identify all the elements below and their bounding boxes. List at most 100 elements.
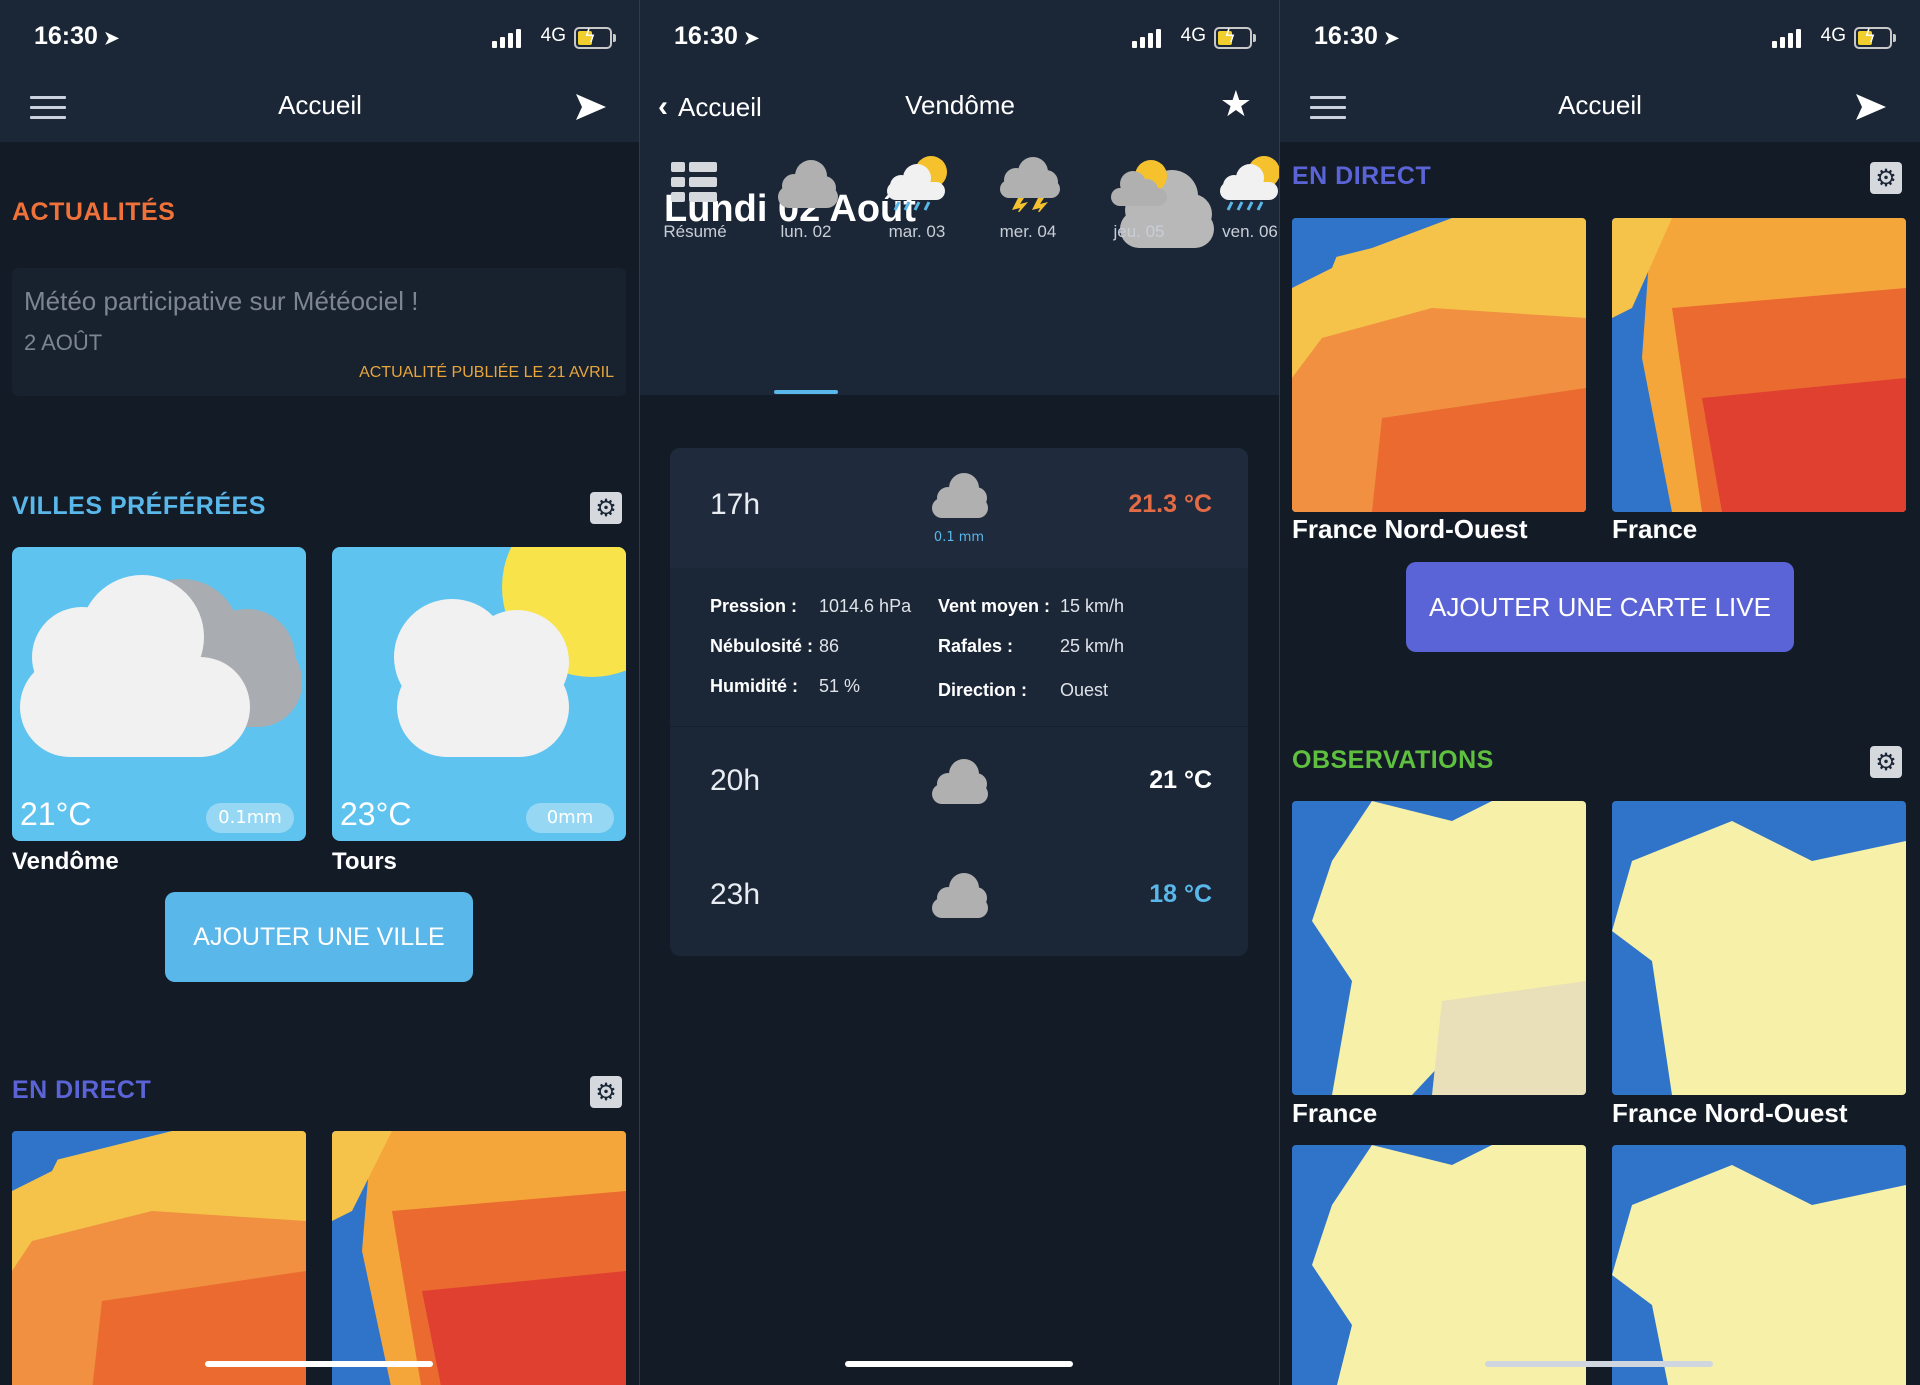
news-card[interactable]: Météo participative sur Météociel ! 2 AO… <box>12 268 626 396</box>
city-name-vendome: Vendôme <box>12 848 119 875</box>
send-icon[interactable] <box>574 92 608 122</box>
city-temp: 21°C <box>20 796 92 832</box>
obs-map[interactable] <box>1292 1145 1586 1385</box>
day-label: mer. 04 <box>999 222 1057 241</box>
home-panel-scrolled: 16:30 ➤ 4G ϟ Accueil EN DIRECT ⚙ France N… <box>1280 0 1920 1385</box>
vent-value: 15 km/h <box>1060 596 1125 616</box>
cloud-icon <box>778 160 838 208</box>
cloud-icon <box>932 759 988 804</box>
city-card-vendome[interactable]: 21°C 0.1mm <box>12 547 306 841</box>
city-temp: 23°C <box>340 796 412 832</box>
signal-icon <box>1772 28 1802 48</box>
status-bar: 16:30 ➤ 4G ϟ <box>0 0 640 70</box>
direction-label: Direction : <box>938 680 1028 700</box>
hour-precip: 0.1 mm <box>933 530 985 545</box>
day-item-jeu[interactable]: jeu. 05 <box>1089 152 1189 241</box>
pression-label: Pression : <box>710 596 798 616</box>
direct-title: EN DIRECT <box>12 1076 152 1104</box>
day-label: jeu. 05 <box>1113 222 1165 241</box>
live-map-france[interactable] <box>1612 218 1906 512</box>
map-image <box>1292 218 1586 512</box>
map-label: France Nord-Ouest <box>1612 1098 1848 1128</box>
star-icon[interactable]: ★ <box>1220 84 1252 125</box>
map-image <box>1612 801 1906 1095</box>
send-icon[interactable] <box>1854 92 1888 122</box>
rain-sun-icon <box>887 156 947 211</box>
status-bar: 16:30 ➤ 4G ϟ <box>640 0 1280 70</box>
news-published: ACTUALITÉ PUBLIÉE LE 21 AVRIL <box>359 364 614 381</box>
vent-label: Vent moyen : <box>938 596 1051 616</box>
map-image <box>1292 1145 1586 1385</box>
hour-temp: 21.3 °C <box>1128 490 1212 518</box>
live-map-france[interactable] <box>332 1131 626 1385</box>
navbar: ‹ Accueil Vendôme ★ <box>640 70 1280 142</box>
hourly-card: 17h 0.1 mm 21.3 °C Pression : 1014.6 hPa… <box>670 448 1248 956</box>
actualites-title: ACTUALITÉS <box>12 198 176 226</box>
live-map-nord-ouest[interactable] <box>12 1131 306 1385</box>
signal-icon <box>492 28 522 48</box>
hour-temp: 21 °C <box>1149 766 1212 794</box>
direction-value: Ouest <box>1060 680 1109 700</box>
villes-title: VILLES PRÉFÉRÉES <box>12 492 266 520</box>
status-time: 16:30 <box>674 22 738 50</box>
nebulosite-label: Nébulosité : <box>710 636 814 656</box>
selected-day-indicator <box>774 390 838 394</box>
location-arrow-icon: ➤ <box>103 28 120 48</box>
day-label: Résumé <box>663 222 727 241</box>
day-item-mar[interactable]: mar. 03 <box>867 152 967 241</box>
map-image <box>332 1131 626 1385</box>
cloud-icon <box>932 873 988 918</box>
obs-map-france[interactable] <box>1292 801 1586 1095</box>
add-live-map-button[interactable]: AJOUTER UNE CARTE LIVE <box>1406 562 1794 652</box>
signal-icon <box>1132 28 1162 48</box>
obs-map-nord-ouest[interactable] <box>1612 801 1906 1095</box>
day-item-ven[interactable]: ven. 06 <box>1200 152 1280 241</box>
rafales-value: 25 km/h <box>1060 636 1125 656</box>
hour-label: 17h <box>710 488 761 521</box>
page-title: Vendôme <box>905 90 1015 120</box>
gear-icon[interactable]: ⚙ <box>1870 162 1902 194</box>
day-item-resume[interactable]: Résumé <box>645 152 745 241</box>
location-arrow-icon: ➤ <box>743 28 760 48</box>
map-image <box>1612 1145 1906 1385</box>
location-arrow-icon: ➤ <box>1383 28 1400 48</box>
humidite-value: 51 % <box>819 676 861 696</box>
live-map-nord-ouest[interactable] <box>1292 218 1586 512</box>
status-time: 16:30 <box>1314 22 1378 50</box>
news-date: 2 AOÛT <box>24 330 103 355</box>
page-title: Accueil <box>1558 90 1642 120</box>
day-label: lun. 02 <box>780 222 832 241</box>
city-detail-panel: 16:30 ➤ 4G ϟ ‹ Accueil Vendôme ★ Lundi 02 … <box>640 0 1280 1385</box>
day-label: mar. 03 <box>888 222 946 241</box>
status-time: 16:30 <box>34 22 98 50</box>
rafales-label: Rafales : <box>938 636 1014 656</box>
network-label: 4G <box>540 25 566 46</box>
city-card-tours[interactable]: 23°C 0mm <box>332 547 626 841</box>
obs-map[interactable] <box>1612 1145 1906 1385</box>
add-city-button[interactable]: AJOUTER UNE VILLE <box>165 892 473 982</box>
direct-title: EN DIRECT <box>1292 162 1432 190</box>
status-bar: 16:30 ➤ 4G ϟ <box>1280 0 1920 70</box>
day-item-lun[interactable]: lun. 02 <box>756 152 856 241</box>
grid-icon <box>671 162 717 202</box>
gear-icon[interactable]: ⚙ <box>590 492 622 524</box>
gear-icon[interactable]: ⚙ <box>1870 746 1902 778</box>
map-image <box>1292 801 1586 1095</box>
hour-label: 20h <box>710 764 761 797</box>
nebulosite-value: 86 <box>819 636 840 656</box>
gear-icon[interactable]: ⚙ <box>590 1076 622 1108</box>
city-name-tours: Tours <box>332 848 397 875</box>
battery-icon: ϟ <box>1854 26 1896 49</box>
navbar: Accueil <box>1280 70 1920 142</box>
page-title: Accueil <box>278 90 362 120</box>
navbar: Accueil <box>0 70 640 142</box>
storm-icon <box>1000 157 1060 216</box>
map-label: France Nord-Ouest <box>1292 514 1528 544</box>
humidite-label: Humidité : <box>710 676 798 696</box>
pression-value: 1014.6 hPa <box>819 596 912 616</box>
day-label: ven. 06 <box>1222 222 1278 241</box>
network-label: 4G <box>1180 25 1206 46</box>
day-item-mer[interactable]: mer. 04 <box>978 152 1078 241</box>
battery-icon: ϟ <box>574 26 616 49</box>
partly-sunny-icon <box>1111 160 1167 206</box>
